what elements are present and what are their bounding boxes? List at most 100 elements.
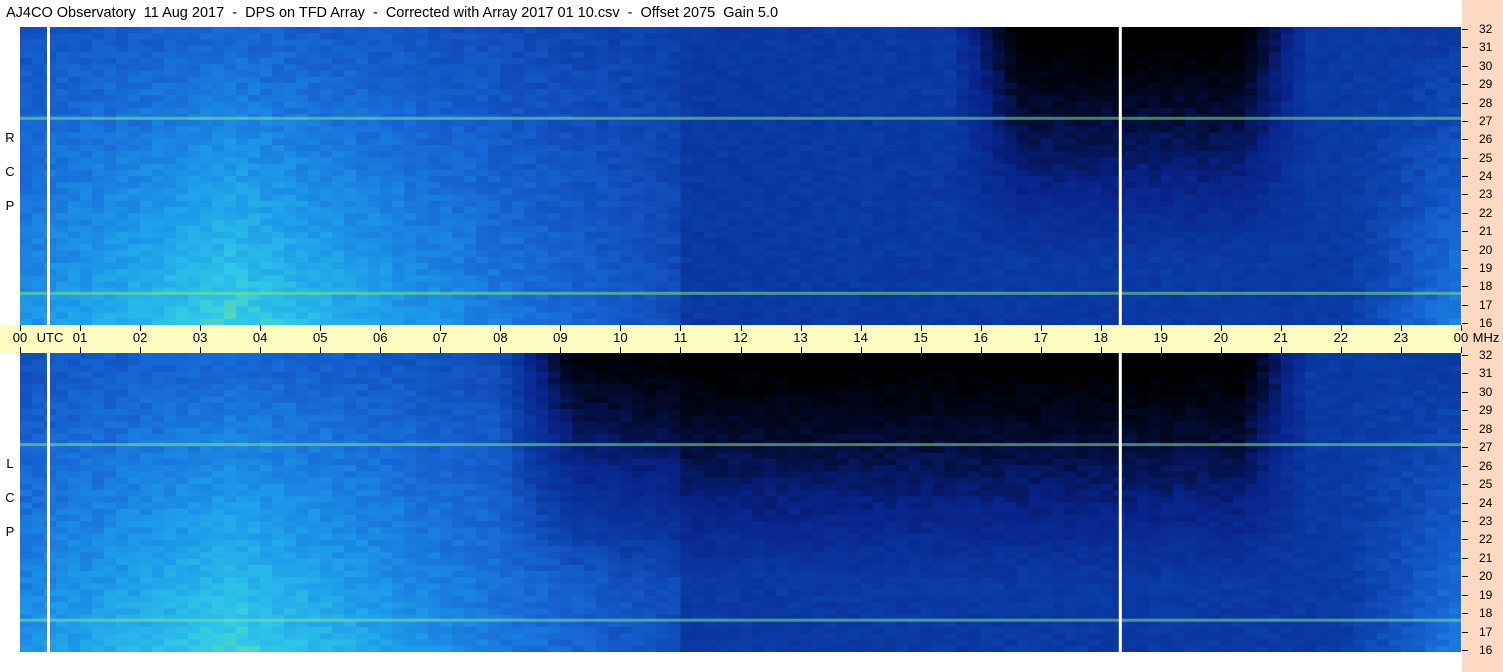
spectrogram-cell xyxy=(116,188,129,196)
spectrogram-cell xyxy=(680,281,694,289)
spectrogram-cell xyxy=(200,82,213,90)
spectrogram-cell xyxy=(272,157,285,165)
spectrogram-cell xyxy=(668,293,682,301)
spectrogram-cell xyxy=(884,120,898,127)
spectrogram-cell xyxy=(956,250,970,258)
spectrogram-cell xyxy=(332,231,345,239)
spectrogram-cell xyxy=(32,182,45,190)
spectrogram-cell xyxy=(1088,58,1102,65)
spectrogram-cell xyxy=(680,188,694,196)
spectrogram-cell xyxy=(152,120,165,127)
spectrogram-cell xyxy=(848,219,862,227)
spectrogram-cell xyxy=(932,120,946,127)
spectrogram-cell xyxy=(908,194,922,202)
spectrogram-cell xyxy=(1016,132,1030,140)
spectrogram-cell xyxy=(548,64,561,72)
spectrogram-cell xyxy=(584,58,597,65)
spectrogram-cell xyxy=(44,213,57,221)
spectrogram-cell xyxy=(404,213,417,221)
spectrogram-cell xyxy=(788,144,802,152)
spectrogram-cell xyxy=(380,27,393,34)
spectrogram-cell xyxy=(956,219,970,227)
spectrogram-cell xyxy=(596,120,610,127)
spectrogram-cell xyxy=(104,64,117,72)
spectrogram-cell xyxy=(308,51,321,59)
spectrogram-cell xyxy=(464,151,477,158)
spectrogram-cell xyxy=(1016,275,1030,283)
spectrogram-cell xyxy=(776,188,790,196)
spectrogram-cell xyxy=(1052,64,1066,72)
spectrogram-cell xyxy=(224,213,237,221)
spectrogram-cell xyxy=(980,182,994,190)
spectrogram-cell xyxy=(1052,176,1066,183)
spectrogram-cell xyxy=(272,27,285,34)
spectrogram-cell xyxy=(380,200,393,208)
spectrogram-cell xyxy=(212,293,225,301)
spectrogram-cell xyxy=(260,225,273,233)
spectrogram-cell xyxy=(1148,95,1162,103)
spectrogram-cell xyxy=(92,82,105,90)
spectrogram-cell xyxy=(596,151,610,158)
spectrogram-cell xyxy=(140,39,153,47)
spectrogram-cell xyxy=(464,64,477,72)
spectrogram-cell xyxy=(956,262,970,270)
spectrogram-cell xyxy=(452,144,465,152)
spectrogram-cell xyxy=(1148,33,1162,41)
spectrogram-cell xyxy=(1124,176,1138,183)
spectrogram-cell xyxy=(68,27,81,34)
spectrogram-cell xyxy=(860,51,874,59)
spectrogram-cell xyxy=(932,126,946,134)
spectrogram-cell xyxy=(824,169,838,177)
spectrogram-cell xyxy=(716,144,730,152)
spectrogram-cell xyxy=(608,256,622,264)
spectrogram-cell xyxy=(620,306,634,314)
spectrogram-cell xyxy=(932,27,946,34)
spectrogram-cell xyxy=(260,250,273,258)
spectrogram-cell xyxy=(416,213,429,221)
spectrogram-cell xyxy=(644,176,658,183)
spectrogram-cell xyxy=(944,70,958,78)
spectrogram-cell xyxy=(284,58,297,65)
spectrogram-cell xyxy=(1232,76,1246,84)
spectrogram-cell xyxy=(176,76,189,84)
spectrogram-cell xyxy=(596,82,610,90)
spectrogram-cell xyxy=(236,207,249,214)
spectrogram-cell xyxy=(788,157,802,165)
spectrogram-cell xyxy=(464,312,477,320)
spectrogram-cell xyxy=(44,169,57,177)
spectrogram-cell xyxy=(32,151,45,158)
spectrogram-cell xyxy=(476,33,489,41)
spectrogram-cell xyxy=(584,132,597,140)
spectrogram-cell xyxy=(1172,207,1186,214)
spectrogram-cell xyxy=(848,207,862,214)
spectrogram-cell xyxy=(632,269,646,276)
spectrogram-cell xyxy=(680,157,694,165)
spectrogram-cell xyxy=(140,269,153,276)
spectrogram-cell xyxy=(104,262,117,270)
spectrogram-cell xyxy=(800,95,814,103)
spectrogram-cell xyxy=(488,151,501,158)
spectrogram-cell xyxy=(692,312,706,320)
spectrogram-cell xyxy=(536,39,549,47)
spectrogram-cell xyxy=(932,64,946,72)
spectrogram-cell xyxy=(152,256,165,264)
spectrogram-cell xyxy=(476,70,489,78)
spectrogram-cell xyxy=(68,76,81,84)
spectrogram-cell xyxy=(512,33,525,41)
spectrogram-cell xyxy=(332,101,345,109)
spectrogram-cell xyxy=(320,200,333,208)
spectrogram-cell xyxy=(1232,64,1246,72)
spectrogram-cell xyxy=(764,126,778,134)
spectrogram-cell xyxy=(224,269,237,276)
spectrogram-cell xyxy=(836,300,850,307)
spectrogram-cell xyxy=(428,213,441,221)
spectrogram-cell xyxy=(1184,207,1198,214)
spectrogram-cell xyxy=(1244,76,1258,84)
spectrogram-cell xyxy=(464,163,477,171)
spectrogram-cell xyxy=(920,33,934,41)
spectrogram-cell xyxy=(596,281,610,289)
spectrogram-cell xyxy=(332,238,345,245)
spectrogram-cell xyxy=(668,200,682,208)
spectrogram-cell xyxy=(200,27,213,34)
spectrogram-cell xyxy=(1004,27,1018,34)
